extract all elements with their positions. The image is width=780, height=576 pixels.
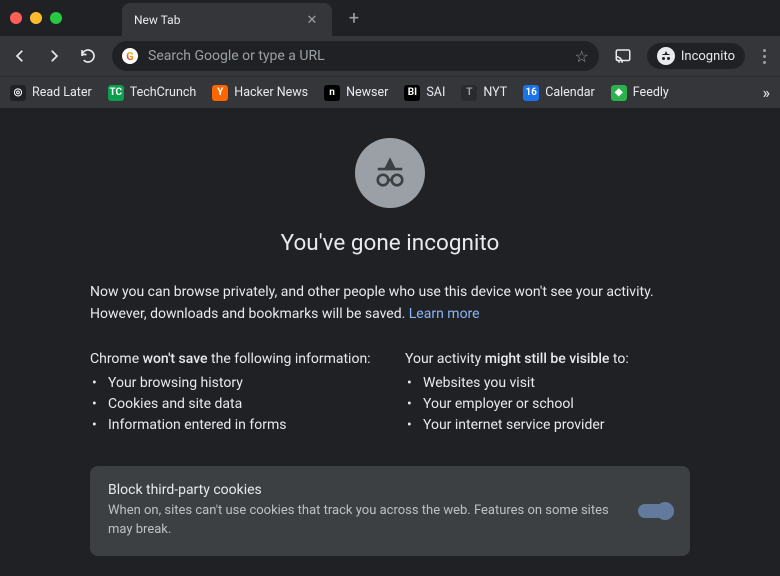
tab-title: New Tab (134, 13, 294, 27)
bookmark-favicon: ◎ (10, 85, 26, 101)
bookmark-item[interactable]: ◆ Feedly (611, 85, 669, 101)
cookies-card-title: Block third-party cookies (108, 482, 622, 498)
learn-more-link[interactable]: Learn more (409, 306, 480, 322)
bookmark-favicon: ◆ (611, 85, 627, 101)
google-icon: G (122, 48, 138, 64)
bookmark-favicon: Y (212, 85, 228, 101)
wont-save-list: Your browsing history Cookies and site da… (90, 375, 375, 433)
incognito-hero-icon (355, 138, 425, 208)
bookmark-label: TechCrunch (130, 85, 197, 100)
forward-button[interactable] (44, 46, 64, 66)
browser-tab[interactable]: New Tab ✕ (122, 3, 332, 37)
bookmark-label: Calendar (545, 85, 595, 100)
cookies-card-desc: When on, sites can't use cookies that tr… (108, 502, 622, 540)
bookmarks-overflow-button[interactable]: » (763, 83, 771, 102)
incognito-icon (657, 47, 675, 65)
bookmark-star-icon[interactable]: ☆ (575, 47, 589, 66)
bookmark-item[interactable]: T NYT (461, 85, 507, 101)
list-item: Your browsing history (108, 375, 375, 391)
page-description: Now you can browse privately, and other … (90, 282, 690, 325)
bookmark-item[interactable]: ◎ Read Later (10, 85, 92, 101)
block-cookies-toggle[interactable] (638, 504, 672, 518)
address-bar[interactable]: G Search Google or type a URL ☆ (112, 41, 599, 71)
maximize-window-button[interactable] (50, 12, 62, 24)
address-bar-placeholder: Search Google or type a URL (148, 48, 565, 64)
bookmark-label: Feedly (633, 85, 669, 100)
bookmark-favicon: TC (108, 85, 124, 101)
cookies-card: Block third-party cookies When on, sites… (90, 466, 690, 556)
visible-to-column: Your activity might still be visible to:… (405, 351, 690, 438)
bookmark-item[interactable]: n Newser (324, 85, 388, 101)
bookmark-label: Hacker News (234, 85, 308, 100)
visible-to-list: Websites you visit Your employer or schoo… (405, 375, 690, 433)
cast-button[interactable] (613, 46, 633, 66)
bookmark-favicon: n (324, 85, 340, 101)
bookmark-item[interactable]: TC TechCrunch (108, 85, 197, 101)
bookmark-label: NYT (483, 85, 507, 100)
bookmark-favicon: T (461, 85, 477, 101)
bookmark-favicon: BI (404, 85, 420, 101)
tab-close-button[interactable]: ✕ (304, 13, 320, 28)
menu-button[interactable] (759, 49, 770, 64)
bookmark-item[interactable]: 16 Calendar (523, 85, 595, 101)
page-content: You've gone incognito Now you can browse… (0, 108, 780, 576)
bookmark-favicon: 16 (523, 85, 539, 101)
list-item: Your internet service provider (423, 417, 690, 433)
back-button[interactable] (10, 46, 30, 66)
bookmarks-bar: ◎ Read Later TC TechCrunch Y Hacker News n News… (0, 76, 780, 108)
title-bar: New Tab ✕ + (0, 0, 780, 36)
incognito-badge[interactable]: Incognito (647, 43, 745, 69)
toolbar: G Search Google or type a URL ☆ Incognit… (0, 36, 780, 76)
list-item: Information entered in forms (108, 417, 375, 433)
wont-save-column: Chrome won't save the following informat… (90, 351, 375, 438)
bookmark-label: Read Later (32, 85, 92, 100)
reload-button[interactable] (78, 46, 98, 66)
new-tab-button[interactable]: + (344, 8, 364, 29)
minimize-window-button[interactable] (30, 12, 42, 24)
bookmark-item[interactable]: Y Hacker News (212, 85, 308, 101)
close-window-button[interactable] (10, 12, 22, 24)
list-item: Cookies and site data (108, 396, 375, 412)
page-heading: You've gone incognito (90, 230, 690, 256)
bookmark-label: SAI (426, 85, 445, 100)
list-item: Your employer or school (423, 396, 690, 412)
incognito-label: Incognito (681, 49, 735, 64)
window-controls (10, 12, 62, 24)
list-item: Websites you visit (423, 375, 690, 391)
bookmark-item[interactable]: BI SAI (404, 85, 445, 101)
bookmark-label: Newser (346, 85, 388, 100)
